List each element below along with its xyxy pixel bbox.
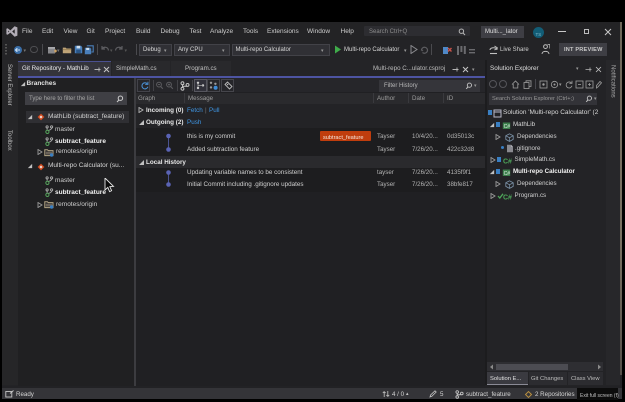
svg-text:C#: C# [504,123,511,129]
svg-text:C#: C# [504,170,511,176]
svg-text:C#: C# [503,158,512,165]
svg-text:C#: C# [503,194,512,201]
